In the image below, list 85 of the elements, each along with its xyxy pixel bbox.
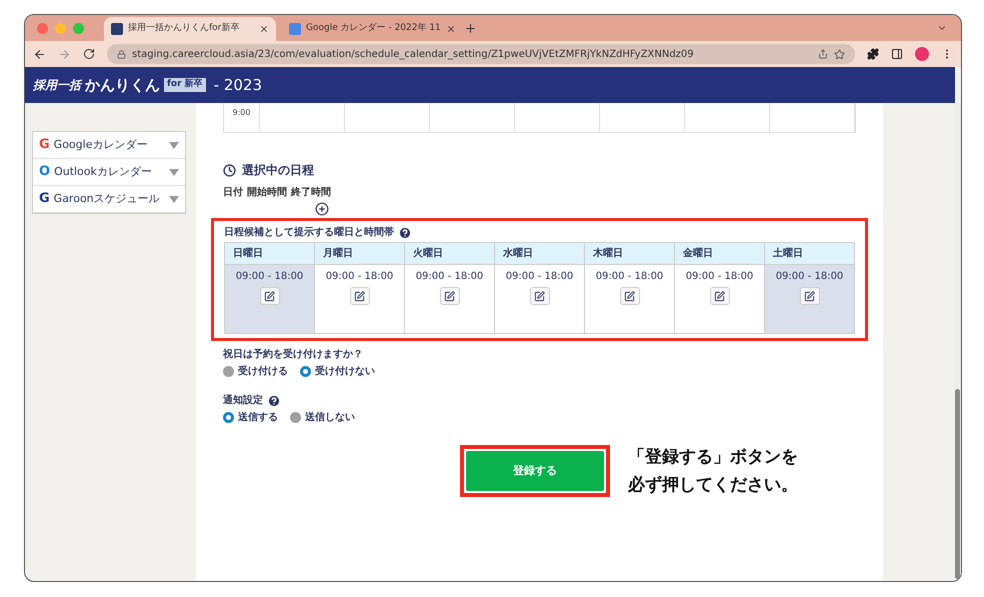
profile-avatar[interactable] (915, 47, 929, 61)
add-icon[interactable] (315, 202, 329, 216)
time-range: 09:00 - 18:00 (236, 270, 304, 284)
edit-button[interactable] (440, 287, 460, 305)
dropdown-caret-icon (169, 168, 179, 176)
edit-icon (714, 290, 725, 302)
column-label: 日付 (223, 186, 243, 200)
side-panel-icon[interactable] (891, 48, 903, 60)
lock-icon (117, 50, 126, 58)
star-icon[interactable] (834, 48, 845, 60)
radio-label: 送信しない (305, 410, 355, 425)
radio-button[interactable] (223, 412, 234, 423)
edit-icon (534, 290, 545, 302)
logo-text: かんりくん (85, 74, 160, 96)
calendar-label: Outlookカレンダー (54, 164, 153, 180)
time-range: 09:00 - 18:00 (506, 270, 574, 284)
time-label: 9:00 (224, 103, 260, 132)
calendar-dropdown[interactable]: G Garoonスケジュール (33, 186, 185, 213)
dropdown-caret-icon (169, 196, 179, 202)
address-bar[interactable]: staging.careercloud.asia/23/com/evaluation/schedule_calendar_setting/Z1pweUVjVEtZMFRjYkNZdHFyZXNNdz09 (107, 44, 855, 64)
favicon-icon (289, 23, 301, 35)
day-header: 土曜日 (765, 243, 854, 265)
edit-button[interactable] (800, 287, 820, 305)
time-range: 09:00 - 18:00 (596, 270, 664, 284)
instruction-note: 「登録する」ボタンを 必ず押してください。 (628, 446, 798, 497)
browser-tab[interactable]: Google カレンダー - 2022年 11 (282, 17, 454, 41)
question-text: 祝日は予約を受け付けますか？ (223, 348, 364, 362)
calendar-label: Garoonスケジュール (54, 190, 161, 207)
edit-icon (804, 290, 815, 302)
edit-button[interactable] (530, 287, 550, 305)
scrollbar[interactable] (954, 103, 961, 581)
logo-badge: for 新卒 (164, 78, 206, 92)
radio-label: 受け付ける (238, 364, 288, 379)
help-icon[interactable] (267, 394, 281, 408)
edit-button[interactable] (350, 287, 370, 305)
favicon-icon (111, 23, 123, 35)
browser-tab[interactable]: 採用一括かんりくんfor新卒 (104, 17, 276, 41)
new-tab-icon[interactable] (464, 22, 477, 34)
day-header: 日曜日 (225, 243, 314, 265)
back-icon[interactable] (33, 48, 46, 60)
calendar-mark: G (39, 190, 50, 208)
edit-icon (264, 290, 275, 302)
column-label: 終了時間 (291, 186, 331, 200)
day-header: 水曜日 (495, 243, 584, 265)
day-header: 金曜日 (675, 243, 764, 265)
calendar-mark: G (39, 136, 50, 154)
radio-button[interactable] (223, 366, 234, 377)
dropdown-caret-icon (169, 142, 179, 148)
radio-label: 送信する (238, 410, 278, 425)
edit-icon (444, 290, 455, 302)
edit-icon (354, 290, 365, 302)
calendar-mark: O (39, 163, 50, 182)
close-tab-icon[interactable] (446, 24, 456, 34)
column-label: 開始時間 (247, 186, 287, 200)
reload-icon[interactable] (83, 48, 95, 60)
clock-icon (223, 164, 236, 176)
year-label: - 2023 (214, 74, 262, 96)
tab-title: 採用一括かんりくんfor新卒 (128, 22, 240, 36)
section-title: 選択中の日程 (242, 162, 314, 179)
day-header: 木曜日 (585, 243, 674, 265)
day-header: 火曜日 (405, 243, 494, 265)
share-icon[interactable] (818, 49, 828, 59)
close-tab-icon[interactable] (259, 24, 269, 34)
url-text: staging.careercloud.asia/23/com/evaluation/schedule_calendar_setting/Z1pweUVjVEtZMFRjYkNZdHFyZXNNdz09 (132, 48, 695, 62)
radio-button[interactable] (290, 412, 301, 423)
edit-button[interactable] (260, 287, 280, 305)
section-title: 日程候補として提示する曜日と時間帯 (224, 226, 394, 240)
section-title: 通知設定 (223, 393, 263, 408)
calendar-label: Googleカレンダー (54, 136, 148, 153)
tab-title: Google カレンダー - 2022年 11 (306, 22, 441, 36)
logo-text: 採用一括 (33, 77, 81, 94)
edit-button[interactable] (620, 287, 640, 305)
extensions-icon[interactable] (867, 48, 879, 60)
edit-icon (624, 290, 635, 302)
calendar-dropdown[interactable]: O Outlookカレンダー (33, 159, 185, 186)
help-icon[interactable] (398, 226, 412, 240)
calendar-dropdown[interactable]: G Googleカレンダー (33, 132, 185, 159)
radio-label: 受け付けない (315, 364, 375, 379)
time-range: 09:00 - 18:00 (776, 270, 844, 284)
edit-button[interactable] (710, 287, 730, 305)
time-range: 09:00 - 18:00 (686, 270, 754, 284)
time-range: 09:00 - 18:00 (416, 270, 484, 284)
time-range: 09:00 - 18:00 (326, 270, 394, 284)
radio-button[interactable] (300, 366, 311, 377)
day-header: 月曜日 (315, 243, 404, 265)
